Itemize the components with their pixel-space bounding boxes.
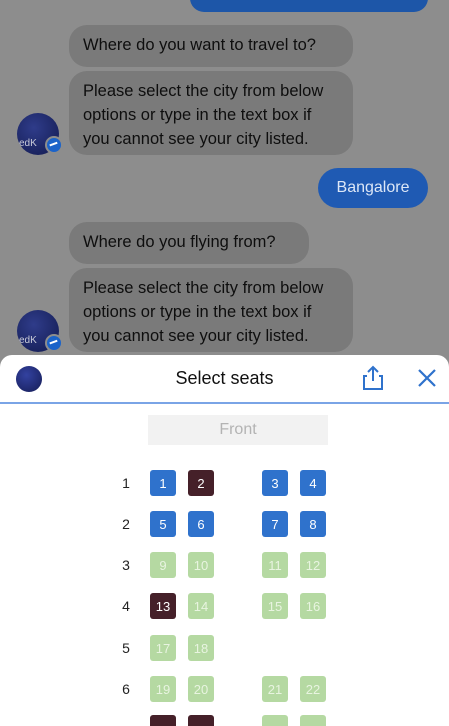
messenger-badge-icon (45, 334, 63, 352)
row-number: 4 (122, 598, 130, 614)
seat-selection-sheet: Select seats Front 1 1 2 3 4 2 5 6 7 8 3… (0, 355, 449, 726)
seat-row: 5 17 18 (0, 634, 449, 662)
seat-row-partial (0, 714, 449, 726)
seat[interactable]: 3 (262, 470, 288, 496)
seat[interactable]: 22 (300, 676, 326, 702)
front-label: Front (148, 415, 328, 445)
seat-row: 3 9 10 11 12 (0, 551, 449, 579)
seat[interactable]: 9 (150, 552, 176, 578)
seat[interactable] (188, 715, 214, 726)
share-icon (363, 365, 383, 390)
bot-message: Where do you want to travel to? (69, 25, 353, 67)
seat[interactable]: 11 (262, 552, 288, 578)
seat[interactable]: 15 (262, 593, 288, 619)
row-number: 3 (122, 557, 130, 573)
row-number: 6 (122, 681, 130, 697)
seat[interactable]: 16 (300, 593, 326, 619)
seat[interactable]: 21 (262, 676, 288, 702)
seat[interactable] (150, 715, 176, 726)
row-number: 2 (122, 516, 130, 532)
seat[interactable]: 5 (150, 511, 176, 537)
seat-row: 6 19 20 21 22 (0, 675, 449, 703)
seat-row: 2 5 6 7 8 (0, 510, 449, 538)
share-button[interactable] (358, 363, 388, 393)
seat[interactable]: 7 (262, 511, 288, 537)
bot-message: Please select the city from below option… (69, 71, 353, 155)
messenger-badge-icon (45, 136, 63, 154)
seat-row: 4 13 14 15 16 (0, 592, 449, 620)
seat[interactable]: 18 (188, 635, 214, 661)
seat[interactable]: 2 (188, 470, 214, 496)
bot-message: Where do you flying from? (69, 222, 309, 264)
user-message: Bangalore (318, 168, 428, 208)
seat-row: 1 1 2 3 4 (0, 469, 449, 497)
close-button[interactable] (412, 363, 442, 393)
seat[interactable]: 20 (188, 676, 214, 702)
seat[interactable]: 4 (300, 470, 326, 496)
seat[interactable]: 13 (150, 593, 176, 619)
seat[interactable]: 14 (188, 593, 214, 619)
row-number: 1 (122, 475, 130, 491)
seat[interactable]: 1 (150, 470, 176, 496)
chat-thread: Where do you want to travel to? Please s… (0, 0, 449, 360)
seat[interactable] (300, 715, 326, 726)
row-number: 5 (122, 640, 130, 656)
seat[interactable]: 19 (150, 676, 176, 702)
seat[interactable]: 17 (150, 635, 176, 661)
seat[interactable] (262, 715, 288, 726)
bot-message: Please select the city from below option… (69, 268, 353, 352)
avatar-text: edK (19, 335, 37, 346)
seat[interactable]: 12 (300, 552, 326, 578)
previous-user-bubble (190, 0, 428, 12)
sheet-header: Select seats (0, 355, 449, 404)
close-icon (418, 369, 436, 387)
avatar-text: edK (19, 138, 37, 149)
seat[interactable]: 10 (188, 552, 214, 578)
seat[interactable]: 8 (300, 511, 326, 537)
seat[interactable]: 6 (188, 511, 214, 537)
